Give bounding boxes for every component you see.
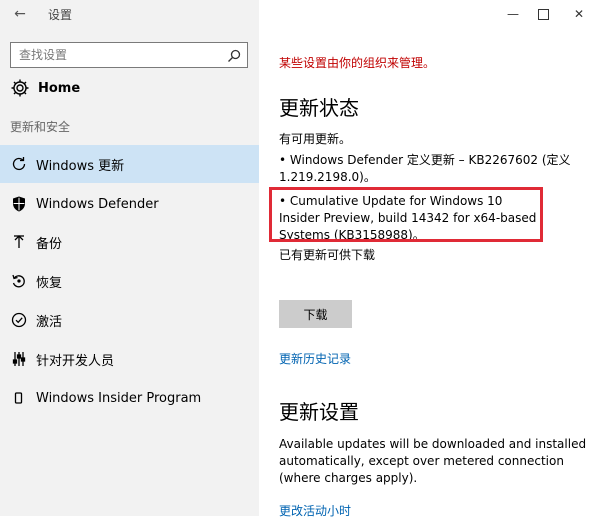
pending-download-text: 已有更新可供下载 xyxy=(279,248,376,262)
home-label: Home xyxy=(38,80,81,96)
shield-icon xyxy=(10,195,28,213)
update-settings-heading: 更新设置 xyxy=(279,400,359,424)
gear-icon xyxy=(10,78,30,98)
home-nav[interactable]: Home xyxy=(10,76,80,100)
section-label: 更新和安全 xyxy=(10,120,71,134)
download-button[interactable]: 下载 xyxy=(279,300,352,328)
sidebar-item-windows-update[interactable]: Windows 更新 xyxy=(0,145,259,183)
update-status-heading: 更新状态 xyxy=(279,96,359,120)
settings-window: Home 更新和安全 Windows 更新 xyxy=(0,0,600,519)
recovery-icon xyxy=(10,272,28,290)
sidebar-item-windows-defender[interactable]: Windows Defender xyxy=(0,185,259,223)
managed-notice: 某些设置由你的组织来管理。 xyxy=(279,56,436,70)
sidebar-item-label: Windows Insider Program xyxy=(36,390,202,406)
search-box[interactable] xyxy=(10,42,248,68)
sidebar-item-label: Windows 更新 xyxy=(36,158,125,174)
backup-arrow-icon xyxy=(10,233,28,251)
sidebar-item-label: 激活 xyxy=(36,314,63,330)
sidebar-item-label: 备份 xyxy=(36,236,63,252)
insider-icon xyxy=(10,389,28,407)
update-settings-description: Available updates will be downloaded and… xyxy=(279,437,587,485)
search-input[interactable] xyxy=(11,43,219,67)
update-item: • Windows Defender 定义更新 – KB2267602 (定义 … xyxy=(279,153,571,184)
refresh-icon xyxy=(10,155,28,173)
check-circle-icon xyxy=(10,311,28,329)
content-pane: 某些设置由你的组织来管理。 更新状态 有可用更新。 • Windows Defe… xyxy=(259,0,600,519)
highlight-annotation-box xyxy=(269,187,543,242)
sidebar-item-windows-insider-program[interactable]: Windows Insider Program xyxy=(0,379,259,417)
updates-available-text: 有可用更新。 xyxy=(279,132,352,146)
sidebar-item-label: 针对开发人员 xyxy=(36,353,115,369)
update-history-link[interactable]: 更新历史记录 xyxy=(279,350,351,367)
sidebar-item-backup[interactable]: 备份 xyxy=(0,223,259,261)
sidebar-item-recovery[interactable]: 恢复 xyxy=(0,262,259,300)
search-icon[interactable] xyxy=(227,48,241,62)
window-title: 设置 xyxy=(48,8,73,22)
left-pane: Home 更新和安全 Windows 更新 xyxy=(0,0,259,516)
back-arrow-icon[interactable]: ← xyxy=(10,4,30,24)
sidebar-item-label: Windows Defender xyxy=(36,196,159,212)
sidebar-item-for-developers[interactable]: 针对开发人员 xyxy=(0,340,259,378)
developer-sliders-icon xyxy=(10,350,28,368)
sidebar-item-activation[interactable]: 激活 xyxy=(0,301,259,339)
change-active-hours-link[interactable]: 更改活动小时 xyxy=(279,502,351,519)
sidebar-item-label: 恢复 xyxy=(36,275,63,291)
